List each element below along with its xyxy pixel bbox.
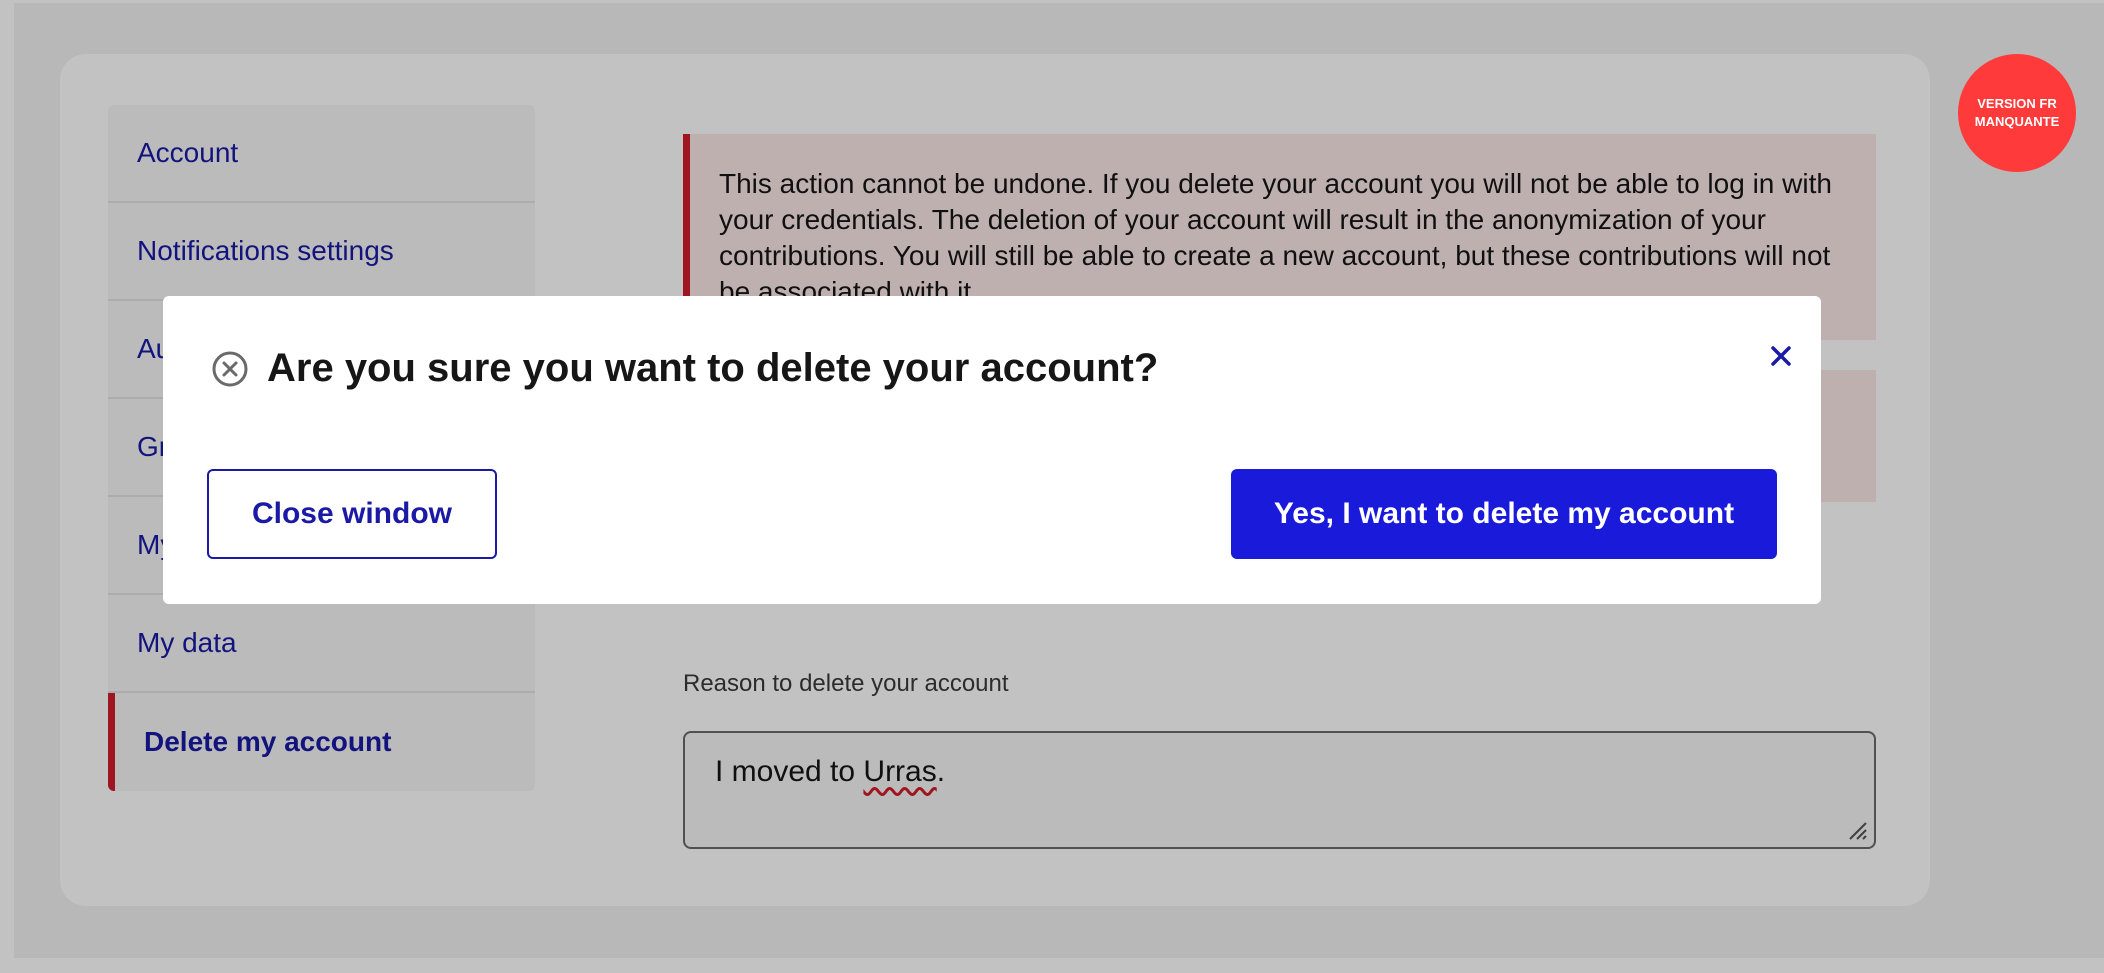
close-window-button[interactable]: Close window xyxy=(207,469,497,559)
dialog-title: Are you sure you want to delete your acc… xyxy=(267,346,1159,390)
dialog-close-button[interactable] xyxy=(1763,338,1799,374)
close-icon xyxy=(1771,346,1791,366)
confirm-delete-button[interactable]: Yes, I want to delete my account xyxy=(1231,469,1777,559)
dialog-header: Are you sure you want to delete your acc… xyxy=(211,346,1158,391)
badge-line-2: MANQUANTE xyxy=(1974,114,2060,129)
badge-line-1: VERSION FR xyxy=(1977,96,2057,111)
close-circle-icon xyxy=(212,351,248,386)
confirm-delete-dialog: Are you sure you want to delete your acc… xyxy=(163,296,1821,604)
missing-translation-badge: VERSION FR MANQUANTE xyxy=(1958,54,2076,172)
